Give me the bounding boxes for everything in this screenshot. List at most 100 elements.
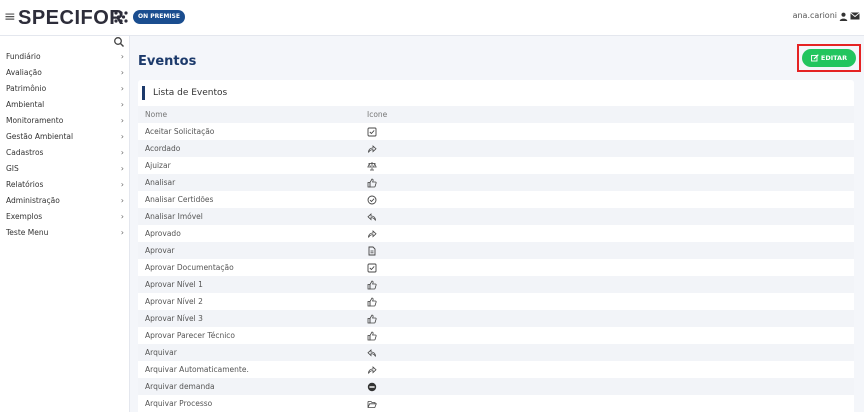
- table-row[interactable]: Aprovar Nível 2: [138, 293, 854, 310]
- chevron-right-icon: ›: [120, 67, 124, 77]
- event-name-cell: Acordado: [145, 144, 181, 153]
- event-name-cell: Analisar Certidões: [145, 195, 214, 204]
- hamburger-menu-icon[interactable]: ≡: [4, 9, 16, 25]
- sidebar-item-label: Cadastros: [6, 147, 44, 157]
- thumbs-up-icon: [367, 314, 377, 323]
- table-row[interactable]: Arquivar demanda: [138, 378, 854, 395]
- event-icon-cell: [367, 161, 847, 171]
- event-icon-cell: [367, 297, 847, 307]
- card-title: Lista de Eventos: [142, 86, 227, 100]
- table-row[interactable]: Aprovar Documentação: [138, 259, 854, 276]
- event-icon-cell: [367, 314, 847, 324]
- table-row[interactable]: Aprovar: [138, 242, 854, 259]
- thumbs-up-icon: [367, 280, 377, 289]
- chevron-right-icon: ›: [120, 99, 124, 109]
- sidebar-item-ambiental[interactable]: Ambiental ›: [0, 96, 130, 112]
- sidebar-item-label: Teste Menu: [6, 227, 49, 237]
- sidebar: Fundiário › Avaliação › Patrimônio › Ambien…: [0, 36, 130, 412]
- balance-scale-icon: [367, 161, 377, 170]
- event-icon-cell: [367, 246, 847, 256]
- event-icon-cell: [367, 399, 847, 409]
- sidebar-item-cadastros[interactable]: Cadastros ›: [0, 144, 130, 160]
- event-icon-cell: [367, 195, 847, 205]
- sidebar-item-teste-menu[interactable]: Teste Menu ›: [0, 224, 130, 240]
- sidebar-item-label: Ambiental: [6, 99, 45, 109]
- table-row[interactable]: Arquivar Processo: [138, 395, 854, 412]
- page-title: Eventos: [138, 54, 197, 69]
- event-name-cell: Aprovado: [145, 229, 181, 238]
- sidebar-item-gestao-ambiental[interactable]: Gestão Ambiental ›: [0, 128, 130, 144]
- chevron-right-icon: ›: [120, 227, 124, 237]
- event-icon-cell: [367, 263, 847, 273]
- event-name-cell: Arquivar demanda: [145, 382, 215, 391]
- sidebar-item-avaliacao[interactable]: Avaliação ›: [0, 64, 130, 80]
- sidebar-item-gis[interactable]: GIS ›: [0, 160, 130, 176]
- table-row[interactable]: Analisar Certidões: [138, 191, 854, 208]
- check-square-icon: [367, 127, 377, 136]
- sidebar-item-label: Relatórios: [6, 179, 44, 189]
- share-icon: [368, 144, 377, 153]
- table-header: Nome Icone: [138, 106, 854, 123]
- folder-open-icon: [367, 400, 377, 408]
- sidebar-item-patrimonio[interactable]: Patrimônio ›: [0, 80, 130, 96]
- sidebar-item-administracao[interactable]: Administração ›: [0, 192, 130, 208]
- table-row[interactable]: Aprovar Parecer Técnico: [138, 327, 854, 344]
- envelope-icon[interactable]: [850, 12, 860, 20]
- event-name-cell: Arquivar Processo: [145, 399, 213, 408]
- table-row[interactable]: Aceitar Solicitação: [138, 123, 854, 140]
- event-name-cell: Aprovar Nível 2: [145, 297, 203, 306]
- column-header-nome[interactable]: Nome: [138, 110, 367, 119]
- thumbs-up-icon: [367, 331, 377, 340]
- brand-logo[interactable]: SPECIFOR: [18, 7, 124, 29]
- table-row[interactable]: Arquivar: [138, 344, 854, 361]
- main-content: Eventos EDITAR Lista de Eventos Nome Ico…: [130, 36, 864, 412]
- table-row[interactable]: Ajuizar: [138, 157, 854, 174]
- event-name-cell: Aprovar Nível 1: [145, 280, 203, 289]
- column-header-icone[interactable]: Icone: [367, 110, 847, 119]
- on-premise-badge: ON PREMISE: [133, 10, 185, 24]
- events-card: Lista de Eventos Nome Icone Aceitar Soli…: [138, 80, 854, 412]
- chevron-right-icon: ›: [120, 147, 124, 157]
- edit-icon: [810, 54, 819, 62]
- file-text-icon: [368, 246, 376, 255]
- chevron-right-icon: ›: [120, 131, 124, 141]
- event-name-cell: Analisar Imóvel: [145, 212, 203, 221]
- table-row[interactable]: Aprovar Nível 1: [138, 276, 854, 293]
- sidebar-item-label: Patrimônio: [6, 83, 47, 93]
- table-row[interactable]: Arquivar Automaticamente.: [138, 361, 854, 378]
- chevron-right-icon: ›: [120, 195, 124, 205]
- sidebar-item-fundiario[interactable]: Fundiário ›: [0, 48, 130, 64]
- table-row[interactable]: Acordado: [138, 140, 854, 157]
- event-icon-cell: [367, 280, 847, 290]
- share-icon: [368, 365, 377, 374]
- sidebar-item-label: Gestão Ambiental: [6, 131, 74, 141]
- sidebar-item-monitoramento[interactable]: Monitoramento ›: [0, 112, 130, 128]
- table-row[interactable]: Analisar: [138, 174, 854, 191]
- event-icon-cell: [367, 212, 847, 222]
- user-icon[interactable]: [839, 12, 848, 21]
- top-bar: ≡ SPECIFOR ON PREMISE ana.carioni: [0, 0, 864, 36]
- table-row[interactable]: Aprovar Nível 3: [138, 310, 854, 327]
- share-icon: [368, 229, 377, 238]
- user-menu[interactable]: ana.carioni: [793, 10, 860, 22]
- edit-button[interactable]: EDITAR: [802, 49, 856, 67]
- sidebar-item-relatorios[interactable]: Relatórios ›: [0, 176, 130, 192]
- table-row[interactable]: Analisar Imóvel: [138, 208, 854, 225]
- chevron-right-icon: ›: [120, 211, 124, 221]
- username[interactable]: ana.carioni: [793, 10, 837, 22]
- chevron-right-icon: ›: [120, 51, 124, 61]
- events-table: Nome Icone Aceitar Solicitação Acordado Aj…: [138, 106, 854, 412]
- sidebar-item-label: Monitoramento: [6, 115, 64, 125]
- chevron-right-icon: ›: [120, 163, 124, 173]
- edit-button-highlight: EDITAR: [797, 44, 861, 72]
- chevron-right-icon: ›: [120, 179, 124, 189]
- event-name-cell: Aprovar: [145, 246, 175, 255]
- sidebar-item-label: Exemplos: [6, 211, 43, 221]
- thumbs-up-icon: [367, 178, 377, 187]
- chevron-right-icon: ›: [120, 115, 124, 125]
- sidebar-item-exemplos[interactable]: Exemplos ›: [0, 208, 130, 224]
- sidebar-menu: Fundiário › Avaliação › Patrimônio › Ambien…: [0, 48, 130, 240]
- search-icon[interactable]: [113, 36, 125, 48]
- event-icon-cell: [367, 229, 847, 239]
- table-row[interactable]: Aprovado: [138, 225, 854, 242]
